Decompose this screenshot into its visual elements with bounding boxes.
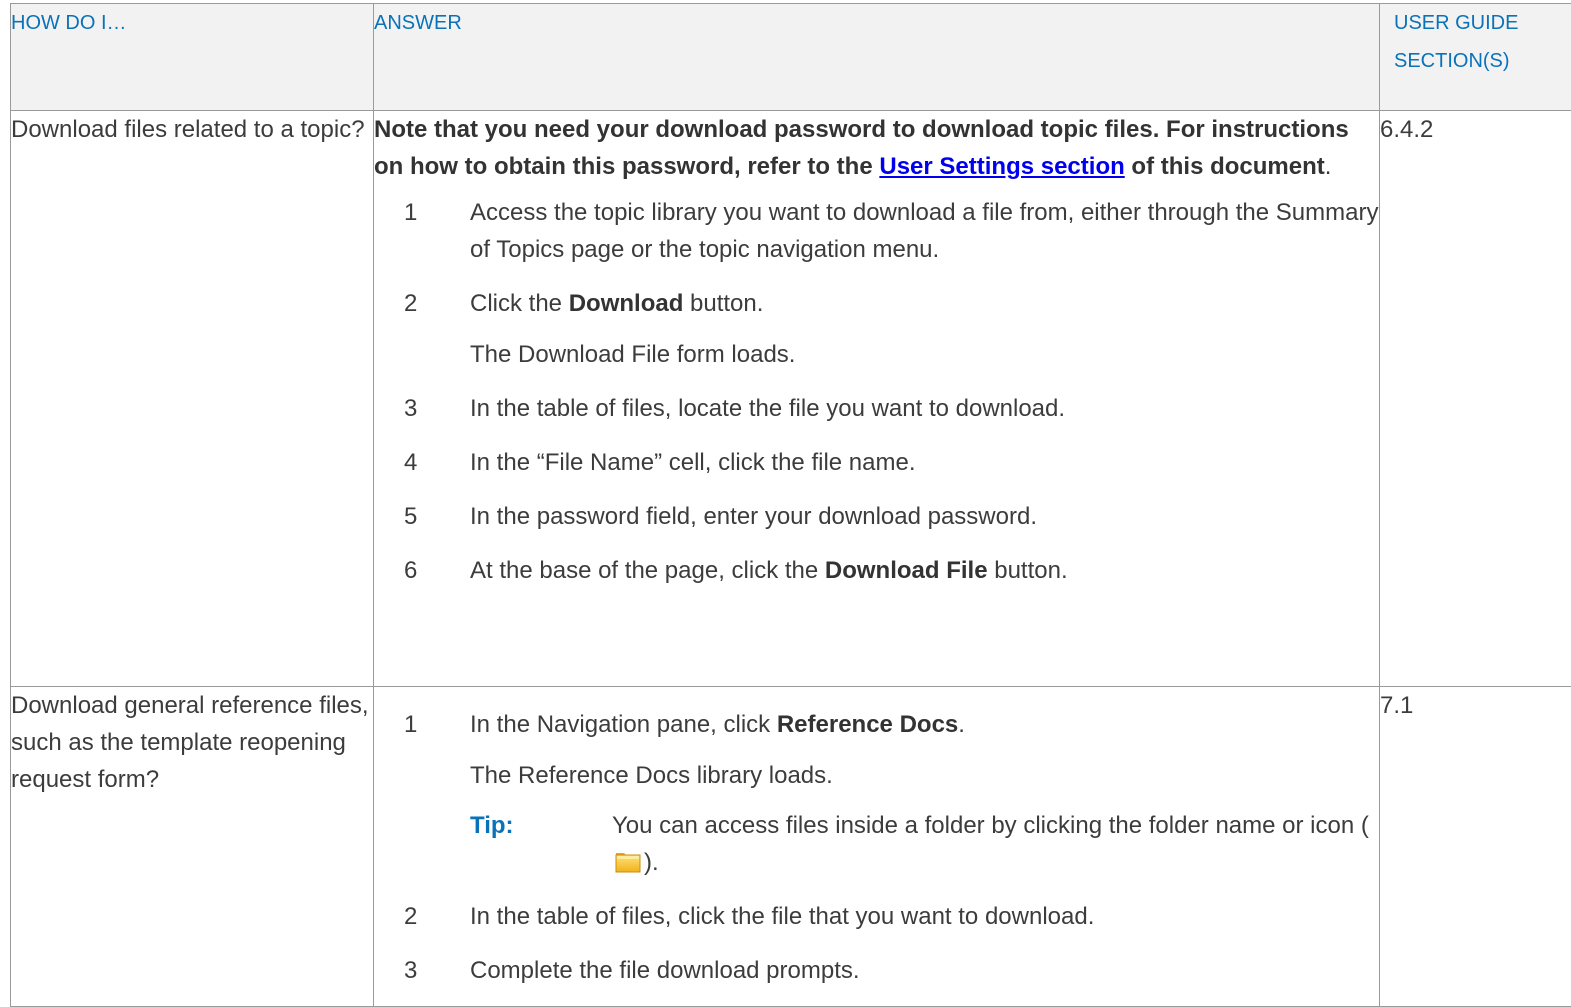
step-text: At the base of the page, click the: [470, 557, 825, 584]
note-text-end: of this document: [1125, 153, 1325, 180]
header-answer: ANSWER: [374, 4, 1380, 111]
list-item: 1 Access the topic library you want to d…: [374, 194, 1379, 268]
table-row: Download files related to a topic? Note …: [11, 111, 1571, 687]
answer-cell: 1 In the Navigation pane, click Referenc…: [374, 687, 1380, 1007]
step-text: In the password field, enter your downlo…: [470, 503, 1037, 530]
steps-list: 1 In the Navigation pane, click Referenc…: [374, 706, 1379, 989]
faq-table: HOW DO I… ANSWER USER GUIDE SECTION(S) D…: [10, 3, 1571, 1007]
step-text: Access the topic library you want to dow…: [470, 199, 1378, 263]
step-bold-term: Download File: [825, 557, 988, 584]
step-number: 1: [404, 706, 428, 743]
header-user-guide-section: USER GUIDE SECTION(S): [1380, 4, 1571, 111]
step-number: 6: [404, 552, 428, 589]
step-text: In the table of files, locate the file y…: [470, 395, 1065, 422]
step-result: The Download File form loads.: [470, 336, 1379, 373]
step-bold-term: Download: [569, 290, 684, 317]
step-text: In the Navigation pane, click: [470, 711, 777, 738]
list-item: 4 In the “File Name” cell, click the fil…: [374, 444, 1379, 481]
list-item: 3 In the table of files, locate the file…: [374, 390, 1379, 427]
password-note: Note that you need your download passwor…: [374, 111, 1379, 185]
answer-cell: Note that you need your download passwor…: [374, 111, 1380, 687]
header-row: HOW DO I… ANSWER USER GUIDE SECTION(S): [11, 4, 1571, 111]
step-text: .: [958, 711, 965, 738]
section-cell: 6.4.2: [1380, 111, 1571, 687]
list-item: 1 In the Navigation pane, click Referenc…: [374, 706, 1379, 881]
step-number: 3: [404, 390, 428, 427]
list-item: 2 In the table of files, click the file …: [374, 898, 1379, 935]
tip-label: Tip:: [470, 807, 514, 844]
step-text: button.: [683, 290, 763, 317]
user-settings-link[interactable]: User Settings section: [879, 153, 1124, 180]
list-item: 5 In the password field, enter your down…: [374, 498, 1379, 535]
step-text: Complete the file download prompts.: [470, 957, 860, 984]
table-row: Download general reference files, such a…: [11, 687, 1571, 1007]
step-number: 2: [404, 898, 428, 935]
header-how-do-i: HOW DO I…: [11, 4, 374, 111]
section-cell: 7.1: [1380, 687, 1571, 1007]
list-item: 3 Complete the file download prompts.: [374, 952, 1379, 989]
step-text: button.: [988, 557, 1068, 584]
step-number: 3: [404, 952, 428, 989]
step-text: In the “File Name” cell, click the file …: [470, 449, 916, 476]
folder-icon: [615, 847, 641, 869]
step-number: 4: [404, 444, 428, 481]
list-item: 2 Click the Download button. The Downloa…: [374, 285, 1379, 373]
steps-list: 1 Access the topic library you want to d…: [374, 194, 1379, 589]
tip-box: Tip: You can access files inside a folde…: [470, 807, 1379, 881]
step-text: Click the: [470, 290, 569, 317]
tip-text: You can access files inside a folder by …: [612, 812, 1369, 839]
step-number: 2: [404, 285, 428, 322]
note-period: .: [1325, 153, 1332, 180]
question-cell: Download general reference files, such a…: [11, 687, 374, 1007]
list-item: 6 At the base of the page, click the Dow…: [374, 552, 1379, 589]
step-result: The Reference Docs library loads.: [470, 757, 1379, 794]
tip-text: ).: [644, 849, 659, 876]
step-number: 5: [404, 498, 428, 535]
step-text: In the table of files, click the file th…: [470, 903, 1094, 930]
step-bold-term: Reference Docs: [777, 711, 958, 738]
step-number: 1: [404, 194, 428, 231]
question-cell: Download files related to a topic?: [11, 111, 374, 687]
